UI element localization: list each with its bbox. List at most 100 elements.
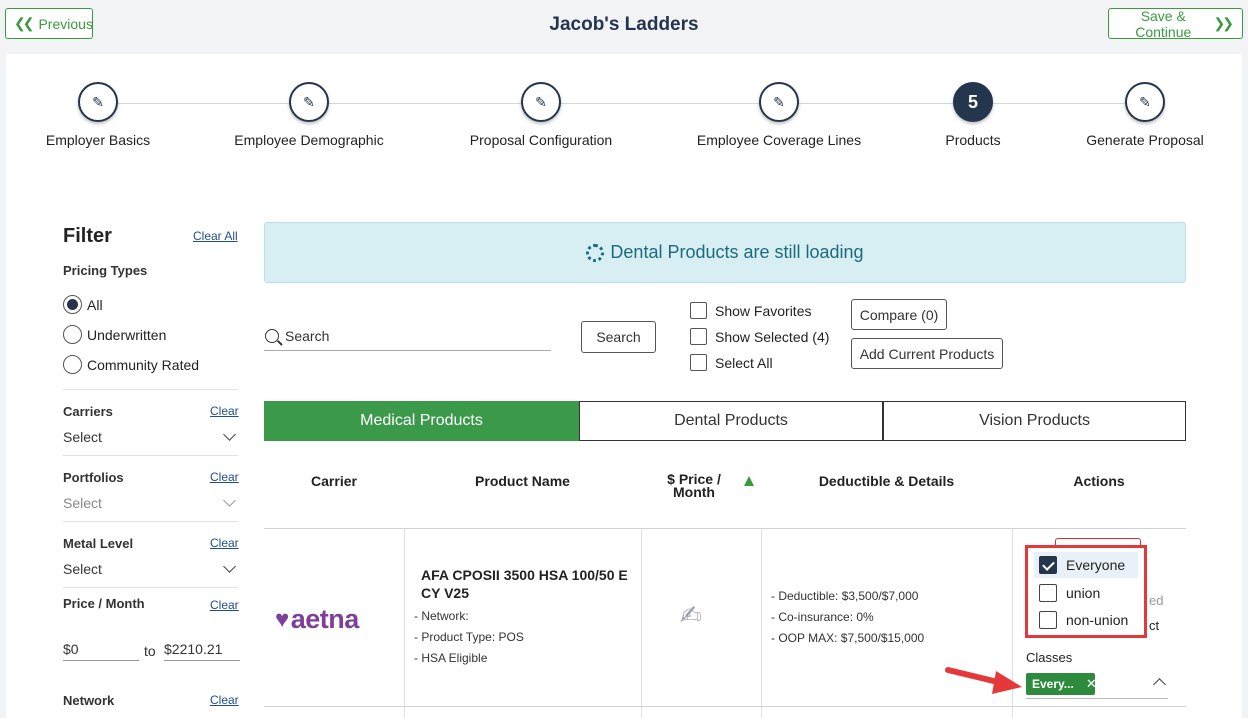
signature-icon[interactable]: ✍ [680, 600, 702, 631]
save-continue-label: Save & Continue [1135, 7, 1192, 40]
sort-ascending-icon[interactable] [744, 476, 754, 486]
compare-button[interactable]: Compare (0) [851, 299, 947, 330]
step-employee-demographic[interactable]: ✎ Employee Demographic [209, 82, 409, 148]
carriers-label: Carriers [63, 404, 113, 419]
class-option-non-union[interactable]: non-union [1034, 607, 1138, 633]
price-min-input[interactable]: $ 0 [63, 637, 139, 661]
network-clear-link[interactable]: Clear [210, 693, 239, 707]
price-max-value: 2210.21 [171, 641, 223, 657]
checkbox-icon [1039, 584, 1057, 602]
class-option-everyone[interactable]: Everyone [1034, 552, 1138, 578]
pencil-icon: ✎ [289, 82, 329, 122]
step-label: Employee Coverage Lines [696, 132, 862, 148]
currency-prefix: $ [63, 641, 71, 657]
chip-label: Every... [1032, 677, 1074, 691]
product-detail-network: - Network: [414, 609, 469, 623]
column-divider [761, 529, 762, 718]
step-number: 5 [953, 82, 993, 122]
oop-max-detail: - OOP MAX: $7,500/$15,000 [771, 631, 925, 645]
search-button[interactable]: Search [581, 321, 656, 353]
option-label: Everyone [1066, 557, 1126, 573]
double-chevron-right-icon: ❯❯ [1213, 15, 1235, 31]
classes-label: Classes [1026, 650, 1073, 665]
select-all-checkbox[interactable]: Select All [690, 354, 773, 371]
portfolios-select[interactable]: Select [63, 494, 238, 511]
radio-label: All [87, 296, 103, 313]
step-products[interactable]: 5 Products [873, 82, 1073, 148]
checkbox-icon [690, 328, 707, 345]
radio-selected-icon [63, 295, 82, 314]
close-icon[interactable]: ✕ [1086, 676, 1097, 692]
pencil-icon: ✎ [759, 82, 799, 122]
chevron-down-icon [223, 494, 236, 507]
carriers-select[interactable]: Select [63, 428, 238, 445]
tab-dental-products[interactable]: Dental Products [579, 401, 883, 441]
product-detail-hsa: - HSA Eligible [414, 651, 488, 665]
step-proposal-configuration[interactable]: ✎ Proposal Configuration [441, 82, 641, 148]
column-header-price[interactable]: $ Price / Month [641, 472, 747, 500]
radio-underwritten[interactable]: Underwritten [63, 325, 166, 344]
price-max-input[interactable]: $ 2210.21 [164, 637, 240, 661]
price-min-value: 0 [70, 641, 79, 657]
chevron-down-icon [223, 428, 236, 441]
heart-icon: ♥ [275, 605, 289, 633]
select-value: Select [63, 495, 102, 511]
portfolios-clear-link[interactable]: Clear [210, 470, 239, 484]
step-generate-proposal[interactable]: ✎ Generate Proposal [1045, 82, 1245, 148]
price-clear-link[interactable]: Clear [210, 598, 239, 612]
checkbox-label: Show Favorites [715, 302, 812, 319]
add-current-products-button[interactable]: Add Current Products [851, 338, 1003, 369]
show-selected-checkbox[interactable]: Show Selected (4) [690, 328, 829, 345]
class-option-union[interactable]: union [1034, 580, 1138, 606]
loading-banner: Dental Products are still loading [264, 222, 1186, 283]
network-label: Network [63, 693, 115, 708]
deductible-detail: - Deductible: $3,500/$7,000 [771, 589, 919, 603]
carriers-clear-link[interactable]: Clear [210, 404, 239, 418]
divider [63, 389, 238, 390]
column-header-actions: Actions [1073, 473, 1125, 489]
tab-medical-products[interactable]: Medical Products [264, 401, 579, 441]
search-input[interactable]: Search [264, 322, 551, 351]
radio-all[interactable]: All [63, 295, 103, 314]
radio-label: Community Rated [87, 356, 200, 373]
clear-all-link[interactable]: Clear All [193, 229, 238, 243]
metal-level-clear-link[interactable]: Clear [210, 536, 239, 550]
pricing-types-label: Pricing Types [63, 263, 148, 278]
radio-community-rated[interactable]: Community Rated [63, 355, 199, 374]
banner-text: Dental Products are still loading [610, 242, 864, 262]
product-detail-type: - Product Type: POS [414, 630, 524, 644]
metal-level-label: Metal Level [63, 536, 134, 551]
price-to-label: to [144, 643, 156, 659]
save-continue-button[interactable]: Save & Continue ❯❯ [1108, 7, 1243, 40]
classes-dropdown-menu: Everyone union non-union [1025, 545, 1147, 638]
product-name: AFA CPOSII 3500 HSA 100/50 E CY V25 [421, 567, 628, 601]
coinsurance-detail: - Co-insurance: 0% [771, 610, 874, 624]
column-header-carrier: Carrier [311, 473, 357, 489]
pencil-icon: ✎ [1125, 82, 1165, 122]
chevron-down-icon [223, 560, 236, 573]
step-employee-coverage-lines[interactable]: ✎ Employee Coverage Lines [679, 82, 879, 148]
step-label: Proposal Configuration [469, 132, 613, 148]
search-icon [265, 329, 279, 343]
top-bar: ❮❮ Previous Jacob's Ladders Save & Conti… [0, 0, 1248, 52]
option-label: union [1066, 585, 1101, 601]
annotation-arrow-icon [945, 667, 1022, 694]
aetna-logo: ♥ aetna [275, 604, 359, 635]
portfolios-label: Portfolios [63, 470, 124, 485]
price-header-line2: Month [673, 484, 715, 500]
show-favorites-checkbox[interactable]: Show Favorites [690, 302, 811, 319]
column-divider [641, 529, 642, 718]
tab-vision-products[interactable]: Vision Products [883, 401, 1186, 441]
checkbox-label: Select All [715, 354, 773, 371]
divider [63, 521, 238, 522]
aetna-wordmark: aetna [290, 604, 360, 634]
search-placeholder: Search [285, 328, 330, 344]
metal-level-select[interactable]: Select [63, 560, 238, 577]
loading-spinner-icon [586, 243, 605, 262]
step-employer-basics[interactable]: ✎ Employer Basics [0, 82, 198, 148]
page-title: Jacob's Ladders [549, 14, 699, 35]
select-value: Select [63, 561, 102, 577]
pencil-icon: ✎ [521, 82, 561, 122]
step-label: Products [945, 132, 1001, 148]
class-chip[interactable]: Every... ✕ [1026, 673, 1097, 695]
